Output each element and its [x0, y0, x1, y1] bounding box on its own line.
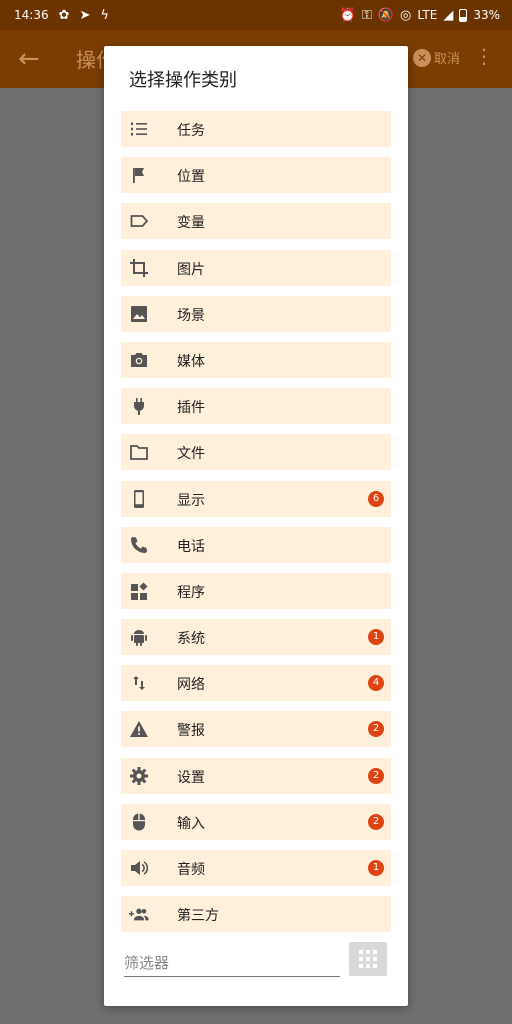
category-label: 文件: [177, 446, 205, 463]
category-label: 显示: [177, 492, 205, 509]
alarm-icon: ⏰: [339, 7, 356, 23]
battery-icon: [459, 8, 468, 22]
category-label: 输入: [177, 815, 205, 832]
back-arrow-icon[interactable]: ←: [18, 44, 40, 74]
grid-view-button[interactable]: [349, 942, 387, 976]
category-item-phone[interactable]: 电话: [121, 526, 391, 563]
more-vert-icon[interactable]: ⋮: [474, 46, 494, 66]
camera-icon: [129, 350, 149, 370]
image-icon: [129, 304, 149, 324]
count-badge: 1: [368, 860, 384, 876]
bolt-icon: ϟ: [100, 7, 109, 23]
category-label: 警报: [177, 723, 205, 740]
category-item-scene[interactable]: 场景: [121, 295, 391, 332]
category-item-alert[interactable]: 警报 2: [121, 711, 391, 748]
count-badge: 4: [368, 675, 384, 692]
category-label: 变量: [177, 215, 205, 232]
category-item-plugin[interactable]: 插件: [121, 388, 391, 425]
telegram-icon: ➤: [79, 7, 91, 23]
close-icon: ✕: [412, 48, 431, 67]
category-item-file[interactable]: 文件: [121, 434, 391, 471]
category-item-network[interactable]: 网络 4: [121, 665, 391, 702]
grid-icon: [359, 950, 377, 968]
gear-icon: [129, 766, 149, 786]
category-item-audio[interactable]: 音频 1: [121, 850, 391, 886]
cancel-button[interactable]: ✕ 取消: [412, 48, 460, 67]
count-badge: 2: [368, 721, 384, 738]
select-action-category-dialog: 选择操作类别 任务 位置 变量 图片 场景 媒体 插件 文件 显示 6 电话 程…: [104, 46, 408, 1006]
cancel-label: 取消: [433, 52, 460, 67]
status-bar: 14:36 ✿ ➤ ϟ ⏰ ⚿ 🔕 ◎ LTE ◢ 33%: [0, 0, 512, 30]
signal-icon: ◢: [443, 7, 454, 23]
flower-icon: ✿: [58, 7, 70, 23]
folder-icon: [129, 442, 149, 462]
key-icon: ⚿: [361, 7, 372, 23]
speaker-icon: [129, 858, 149, 878]
filter-input[interactable]: [124, 950, 340, 977]
count-badge: 2: [368, 813, 384, 830]
count-badge: 6: [368, 490, 384, 507]
category-item-input[interactable]: 输入 2: [121, 803, 391, 840]
count-badge: 2: [368, 767, 384, 784]
flag-icon: [129, 165, 149, 185]
category-label: 系统: [177, 631, 205, 648]
category-label: 位置: [177, 169, 205, 186]
category-item-app[interactable]: 程序: [121, 572, 391, 609]
category-label: 程序: [177, 584, 205, 601]
category-item-location[interactable]: 位置: [121, 157, 391, 194]
category-label: 任务: [177, 123, 205, 139]
category-label: 场景: [177, 307, 205, 324]
category-item-image[interactable]: 图片: [121, 249, 391, 286]
hotspot-icon: ◎: [400, 7, 412, 23]
battery-percent: 33%: [473, 8, 500, 22]
category-label: 音频: [177, 862, 205, 878]
category-item-system[interactable]: 系统 1: [121, 619, 391, 656]
category-item-task[interactable]: 任务: [121, 111, 391, 147]
category-label: 媒体: [177, 353, 205, 370]
label-icon: [129, 211, 149, 231]
group-add-icon: [129, 904, 149, 924]
phone-call-icon: [129, 535, 149, 555]
notifications-off-icon: 🔕: [377, 7, 395, 23]
category-item-third-party[interactable]: 第三方: [121, 896, 391, 933]
dialog-title: 选择操作类别: [129, 70, 237, 91]
category-label: 第三方: [177, 908, 219, 925]
phone-device-icon: [129, 489, 149, 509]
mouse-icon: [129, 812, 149, 832]
list-numbered-icon: [129, 119, 149, 139]
category-label: 图片: [177, 261, 205, 278]
category-label: 电话: [177, 538, 205, 555]
category-item-display[interactable]: 显示 6: [121, 480, 391, 517]
category-item-variable[interactable]: 变量: [121, 203, 391, 240]
network-type: LTE: [417, 8, 438, 22]
category-item-settings[interactable]: 设置 2: [121, 757, 391, 794]
category-label: 插件: [177, 400, 205, 417]
swap-vert-icon: [129, 673, 149, 693]
category-item-media[interactable]: 媒体: [121, 341, 391, 378]
category-label: 设置: [177, 769, 205, 786]
category-label: 网络: [177, 677, 205, 694]
category-list: 任务 位置 变量 图片 场景 媒体 插件 文件 显示 6 电话 程序 系统 1 …: [121, 111, 391, 942]
status-time: 14:36: [14, 8, 49, 22]
plug-icon: [129, 396, 149, 416]
count-badge: 1: [368, 629, 384, 646]
crop-icon: [129, 258, 149, 278]
filter-row: [124, 942, 388, 982]
widgets-icon: [129, 581, 149, 601]
android-icon: [129, 627, 149, 647]
warning-icon: [129, 719, 149, 739]
